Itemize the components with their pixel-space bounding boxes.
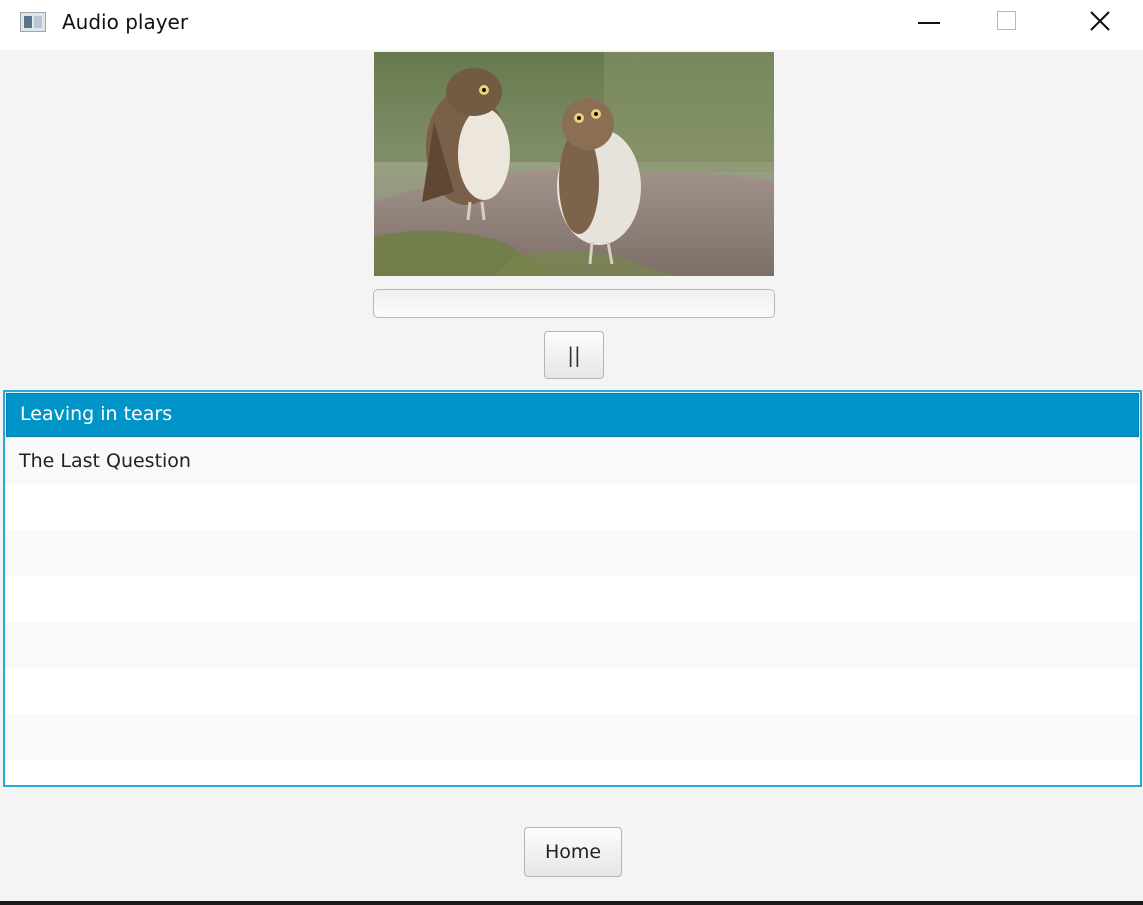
close-icon[interactable] [1070, 0, 1130, 44]
maximize-icon[interactable] [975, 0, 1035, 44]
pause-button[interactable]: || [544, 331, 604, 379]
playlist[interactable]: Leaving in tears The Last Question [3, 390, 1142, 787]
playlist-empty-row [5, 714, 1140, 760]
playlist-item[interactable]: The Last Question [5, 438, 1140, 484]
playlist-empty-row [5, 622, 1140, 668]
playlist-empty-row [5, 530, 1140, 576]
window-bottom-border [0, 901, 1143, 905]
playlist-empty-row [5, 668, 1140, 714]
home-button[interactable]: Home [524, 827, 622, 877]
album-art-image [374, 52, 774, 276]
title-bar: Audio player [0, 0, 1143, 50]
playlist-empty-row [5, 484, 1140, 530]
minimize-icon[interactable] [900, 0, 960, 44]
window-title: Audio player [62, 10, 189, 34]
playlist-item[interactable]: Leaving in tears [5, 392, 1140, 438]
app-window-icon [20, 12, 46, 32]
playback-progress-bar[interactable] [373, 289, 775, 318]
playlist-empty-row [5, 576, 1140, 622]
